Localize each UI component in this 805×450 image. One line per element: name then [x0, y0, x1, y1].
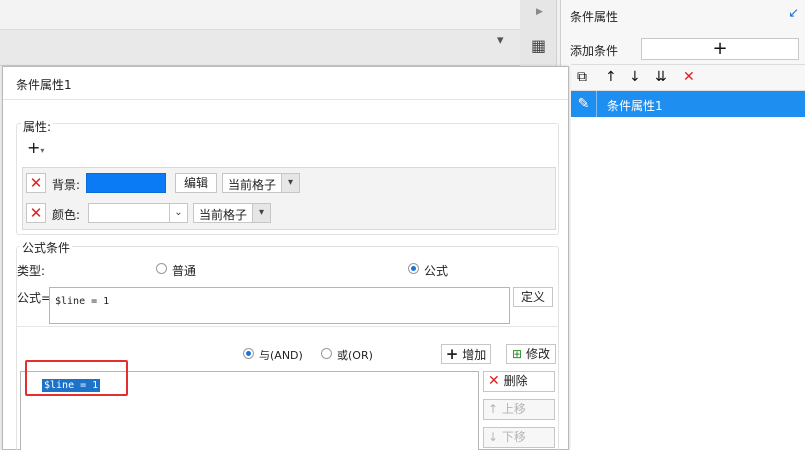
move-down-button[interactable]: ↓ 下移 [483, 427, 555, 448]
expand-arrow-icon[interactable]: ▶ [536, 7, 543, 17]
move-up-icon[interactable]: ↑ [605, 69, 617, 85]
plus-icon: + [445, 345, 459, 363]
define-button[interactable]: 定义 [513, 287, 553, 307]
color-select[interactable]: ⌄ [88, 203, 188, 223]
background-label: 背景: [52, 178, 81, 192]
divider [3, 99, 568, 100]
delete-attribute-button[interactable]: ✕ [26, 203, 46, 223]
type-normal-label: 普通 [172, 264, 197, 278]
delete-attribute-button[interactable]: ✕ [26, 173, 46, 193]
delete-icon[interactable]: ✕ [683, 69, 695, 85]
formula-label: 公式= [17, 291, 52, 305]
grid-layout-icon[interactable]: ▦ [531, 36, 546, 55]
delete-icon: ✕ [488, 373, 500, 389]
type-normal-radio[interactable] [156, 263, 167, 274]
arrow-up-icon: ↑ [488, 402, 499, 416]
move-down-icon[interactable]: ↓ [629, 69, 641, 85]
arrow-down-icon: ↓ [488, 430, 499, 444]
toolbar-collapse-icon[interactable]: ▾ [497, 33, 504, 48]
highlight-annotation-box [25, 360, 128, 396]
condition-properties-panel: 条件属性 ↙ 添加条件 + ⧉ ↑ ↓ ⇊ ✕ ✎ 条件属性1 [560, 0, 805, 450]
type-label: 类型: [17, 264, 46, 278]
delete-condition-button[interactable]: ✕ 删除 [483, 371, 555, 392]
formula-condition-legend: 公式条件 [20, 239, 73, 256]
edit-button[interactable]: 编辑 [175, 173, 217, 193]
chevron-down-icon: ▾ [281, 174, 299, 192]
add-condition-label: 添加条件 [570, 44, 619, 58]
type-formula-label: 公式 [424, 264, 449, 278]
type-formula-radio[interactable] [408, 263, 419, 274]
formula-input[interactable]: $line = 1 [49, 287, 510, 324]
attributes-legend: 属性: [21, 118, 54, 135]
logic-or-radio[interactable] [321, 348, 332, 359]
logic-or-label: 或(OR) [337, 349, 373, 362]
add-condition-button[interactable]: + [641, 38, 799, 60]
condition-list-item[interactable]: ✎ 条件属性1 [571, 91, 805, 117]
modify-icon: ⊞ [512, 347, 523, 361]
color-scope-select[interactable]: 当前格子 ▾ [193, 203, 271, 223]
condition-item-label: 条件属性1 [607, 99, 663, 113]
panel-title: 条件属性 [570, 10, 619, 24]
color-label: 颜色: [52, 208, 81, 222]
divider [16, 326, 559, 327]
background-scope-select[interactable]: 当前格子 ▾ [222, 173, 300, 193]
app-toolbar: ▾ [0, 30, 520, 66]
add-attribute-button[interactable]: +▾ [27, 139, 55, 159]
logic-and-label: 与(AND) [259, 349, 303, 362]
add-condition-button[interactable]: + 增加 [441, 344, 491, 364]
move-to-bottom-icon[interactable]: ⇊ [655, 69, 667, 85]
condition-toolbar: ⧉ ↑ ↓ ⇊ ✕ [571, 64, 805, 90]
app-header-bar [0, 0, 520, 30]
background-color-swatch[interactable] [86, 173, 166, 193]
copy-icon[interactable]: ⧉ [577, 69, 587, 85]
condition-list: ✎ 条件属性1 [571, 90, 805, 450]
chevron-down-icon: ▾ [252, 204, 270, 222]
move-up-button[interactable]: ↑ 上移 [483, 399, 555, 420]
chevron-down-icon: ⌄ [169, 204, 187, 222]
condition-dialog: 条件属性1 属性: +▾ ✕ 背景: 编辑 当前格子 ▾ ✕ 颜色: ⌄ 当前格… [2, 66, 569, 450]
edit-pencil-icon[interactable]: ✎ [571, 91, 597, 117]
logic-and-radio[interactable] [243, 348, 254, 359]
dialog-title: 条件属性1 [16, 78, 72, 92]
modify-condition-button[interactable]: ⊞ 修改 [506, 344, 556, 364]
pin-icon[interactable]: ↙ [788, 6, 799, 21]
